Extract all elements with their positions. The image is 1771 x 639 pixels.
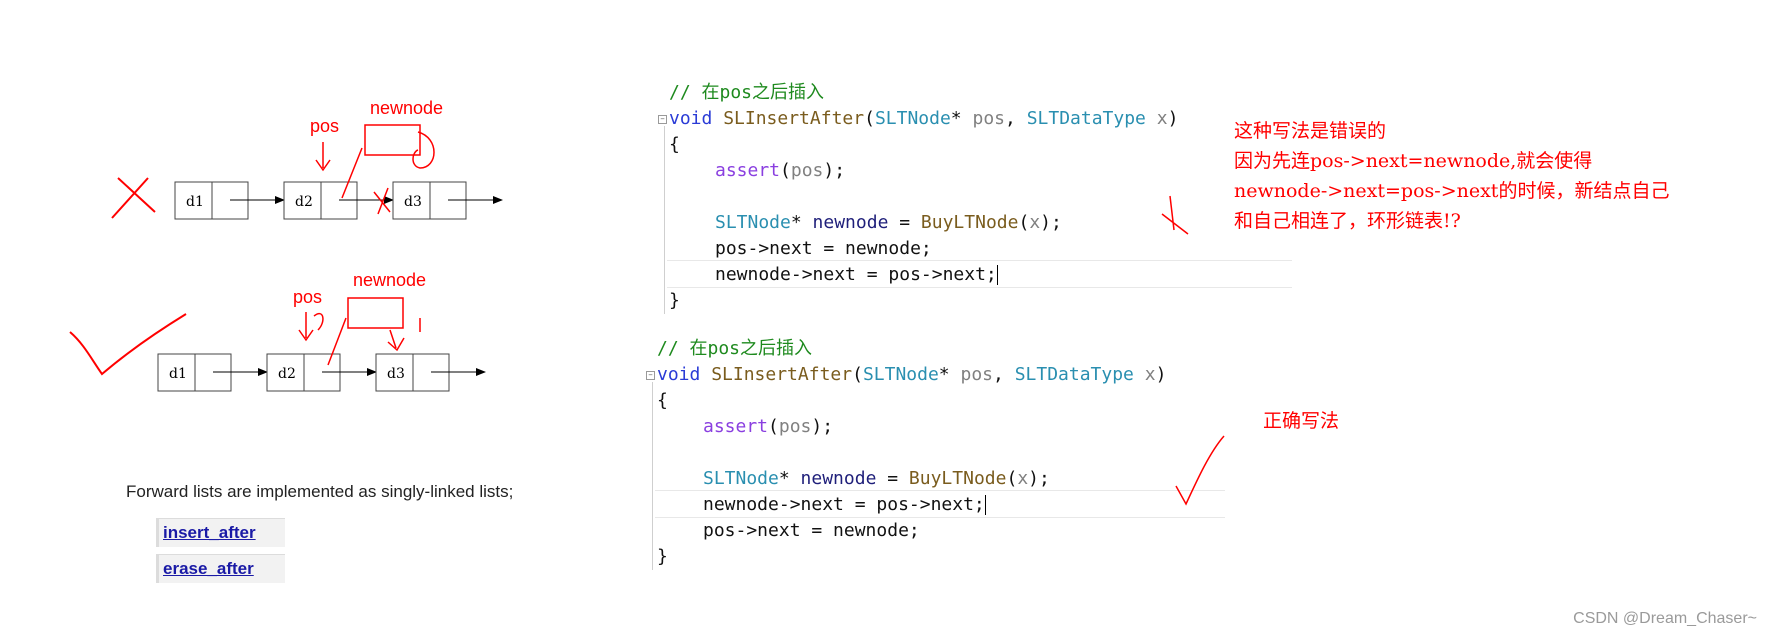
newnode-box-top (364, 124, 421, 156)
node-d2-bottom-label: d2 (278, 366, 296, 382)
erase-after-box: erase_after (156, 554, 285, 583)
open-brace: { (657, 390, 668, 411)
erase-after-link[interactable]: erase_after (163, 559, 254, 579)
assign-line-1: newnode->next = pos->next; (703, 494, 986, 515)
diagram-top: d1 d2 d3 pos newnode (111, 98, 503, 220)
wrong-note-line-3: newnode->next=pos->next的时候，新结点自己 (1234, 180, 1670, 202)
diagram-bottom: d1 d2 d3 pos newnode (69, 270, 486, 392)
function-signature: void SLInsertAfter(SLTNode* pos, SLTData… (657, 364, 1167, 385)
wrong-mark-code (1161, 195, 1189, 235)
assert-line: assert(pos); (715, 160, 846, 181)
node-d3-bottom-label: d3 (387, 366, 405, 382)
forward-list-description: Forward lists are implemented as singly-… (126, 482, 514, 501)
newnode-box-bottom (347, 297, 404, 329)
newnode-decl-line: SLTNode* newnode = BuyLTNode(x); (703, 468, 1050, 489)
open-brace: { (669, 134, 680, 155)
node-d1-top-label: d1 (186, 194, 204, 210)
node-d3-top-label: d3 (404, 194, 422, 210)
check-mark-code (1175, 435, 1225, 506)
code-block-correct: // 在pos之后插入 − void SLInsertAfter(SLTNode… (643, 336, 1228, 572)
csdn-watermark: CSDN @Dream_Chaser~ (1573, 610, 1757, 627)
insert-after-box: insert_after (156, 518, 285, 547)
newnode-decl-line: SLTNode* newnode = BuyLTNode(x); (715, 212, 1062, 233)
close-brace: } (669, 290, 680, 311)
cut-mark-top (373, 187, 391, 215)
correct-note: 正确写法 (1263, 410, 1340, 432)
pos-label-bottom: pos (293, 287, 322, 307)
close-brace: } (657, 546, 668, 567)
newnode-label-top: newnode (370, 98, 443, 118)
assign-line-1: pos->next = newnode; (715, 238, 932, 259)
fold-toggle-icon[interactable]: − (646, 371, 655, 380)
assign-line-2: newnode->next = pos->next; (715, 264, 998, 285)
newnode-label-bottom: newnode (353, 270, 426, 290)
assign-line-2: pos->next = newnode; (703, 520, 920, 541)
fold-toggle-icon[interactable]: − (658, 115, 667, 124)
wrong-x-mark (111, 177, 156, 219)
self-loop-top (412, 131, 435, 169)
code-comment: // 在pos之后插入 (657, 338, 813, 359)
node-d2-top-label: d2 (295, 194, 313, 210)
insert-after-link[interactable]: insert_after (163, 523, 256, 543)
assert-line: assert(pos); (703, 416, 834, 437)
pos-arrow-top (315, 142, 331, 172)
pos-label-top: pos (310, 116, 339, 136)
pos-arrow-bottom (298, 312, 314, 342)
node-d1-bottom-label: d1 (169, 366, 187, 382)
wrong-note-line-4: 和自己相连了，环形链表!? (1234, 210, 1461, 232)
function-signature: void SLInsertAfter(SLTNode* pos, SLTData… (669, 108, 1179, 129)
code-comment: // 在pos之后插入 (669, 82, 825, 103)
wrong-note-line-1: 这种写法是错误的 (1234, 120, 1387, 142)
wrong-note-line-2: 因为先连pos->next=newnode,就会使得 (1234, 150, 1593, 172)
